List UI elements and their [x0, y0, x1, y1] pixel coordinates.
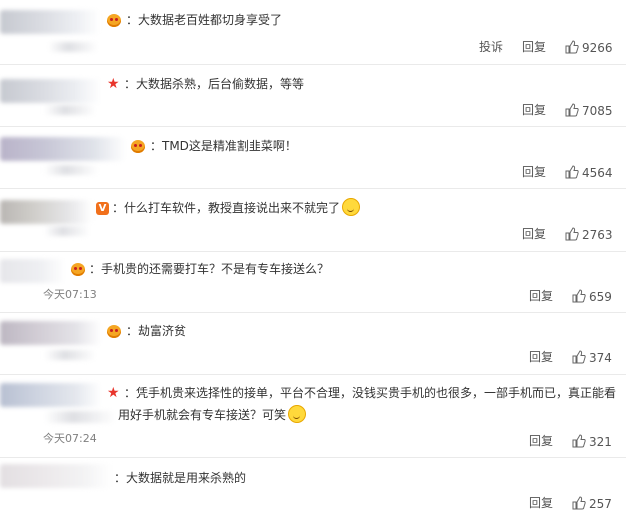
comment-timestamp: 今天07:13 [43, 288, 97, 301]
blurred-username [0, 464, 112, 488]
comment-item: ：劫富济贫 回复 374 [0, 313, 626, 375]
comment-item: ★ ：凭手机贵来选择性的接单，平台不合理，没钱买贵手机的也很多，一部手机而已，真… [0, 375, 626, 458]
comment-text-body: ：什么打车软件，教授直接说出来不就完了 [112, 201, 341, 215]
blurred-text-fragment [44, 411, 116, 423]
reply-button[interactable]: 回复 [522, 165, 546, 179]
comment-text: ：大数据就是用来杀熟的 [114, 471, 247, 485]
blurred-timestamp [44, 350, 96, 360]
blurred-timestamp [44, 165, 98, 175]
crown-badge-icon [107, 14, 121, 27]
comment-text: ：大数据杀熟，后台偷数据，等等 [124, 77, 305, 91]
comment-item: ：手机贵的还需要打车？不是有专车接送么？ 今天07:13 回复 659 [0, 252, 626, 313]
reply-button[interactable]: 回复 [522, 103, 546, 117]
comment-text: ：什么打车软件，教授直接说出来不就完了 [112, 197, 361, 219]
report-button[interactable]: 投诉 [479, 40, 503, 54]
like-count: 321 [589, 435, 612, 449]
reply-button[interactable]: 回复 [529, 289, 553, 303]
thumb-up-icon[interactable] [572, 434, 586, 448]
comment-item: V ：什么打车软件，教授直接说出来不就完了 回复 2763 [0, 189, 626, 252]
crown-badge-icon [131, 140, 145, 153]
like-count: 2763 [582, 228, 613, 242]
blurred-timestamp [44, 105, 96, 115]
comment-item: ：大数据就是用来杀熟的 回复 257 [0, 458, 626, 521]
blurred-username [0, 321, 102, 345]
like-count: 7085 [582, 104, 613, 118]
comment-text: ：手机贵的还需要打车？不是有专车接送么？ [89, 262, 330, 276]
like-count: 659 [589, 290, 612, 304]
reply-button[interactable]: 回复 [529, 496, 553, 510]
crown-badge-icon [107, 325, 121, 338]
star-badge-icon: ★ [107, 385, 120, 401]
thumb-up-icon[interactable] [572, 496, 586, 510]
blurred-username [0, 137, 126, 161]
thumb-up-icon[interactable] [565, 227, 579, 241]
vip-badge-icon: V [96, 202, 109, 215]
thumb-up-icon[interactable] [572, 350, 586, 364]
blurred-username [0, 200, 92, 224]
reply-button[interactable]: 回复 [522, 40, 546, 54]
like-count: 257 [589, 497, 612, 511]
thumb-up-icon[interactable] [572, 289, 586, 303]
star-badge-icon: ★ [107, 76, 120, 92]
reply-button[interactable]: 回复 [529, 350, 553, 364]
comment-item: ★ ：大数据杀熟，后台偷数据，等等 回复 7085 [0, 65, 626, 127]
emoji-icon [288, 405, 307, 423]
like-count: 9266 [582, 41, 613, 55]
thumb-up-icon[interactable] [565, 103, 579, 117]
comment-item: ：大数据老百姓都切身享受了 投诉 回复 9266 [0, 0, 626, 65]
like-count: 374 [589, 351, 612, 365]
reply-button[interactable]: 回复 [522, 227, 546, 241]
emoji-icon [342, 198, 361, 216]
crown-badge-icon [71, 263, 85, 276]
comment-text: ：凭手机贵来选择性的接单，平台不合理，没钱买贵手机的也很多，一部手机而已，真正能… [124, 386, 617, 400]
comment-item: ：TMD这是精准割韭菜啊！ 回复 4564 [0, 127, 626, 189]
thumb-up-icon[interactable] [565, 165, 579, 179]
comment-timestamp: 今天07:24 [43, 432, 97, 445]
blurred-username [0, 10, 100, 34]
blurred-username [0, 259, 66, 283]
comment-text: ：劫富济贫 [126, 324, 187, 338]
reply-button[interactable]: 回复 [529, 434, 553, 448]
like-count: 4564 [582, 166, 613, 180]
blurred-username [0, 383, 102, 407]
thumb-up-icon[interactable] [565, 40, 579, 54]
blurred-timestamp [48, 42, 98, 52]
blurred-timestamp [44, 226, 90, 236]
comment-text-continued: 用好手机就会有专车接送？可笑 [118, 404, 307, 426]
comment-text-body: 用好手机就会有专车接送？可笑 [118, 408, 287, 422]
comment-text: ：TMD这是精准割韭菜啊！ [150, 139, 297, 153]
blurred-username [0, 79, 102, 103]
comment-text: ：大数据老百姓都切身享受了 [126, 13, 283, 27]
